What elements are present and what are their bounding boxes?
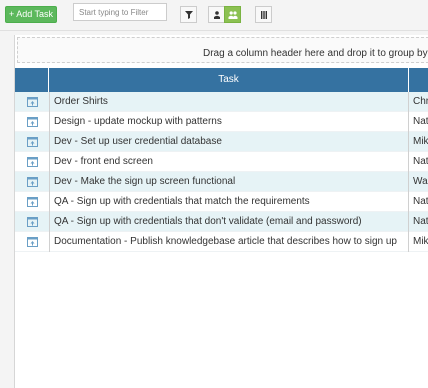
header-task[interactable]: Task [49,68,409,92]
assignee-cell[interactable]: Nat [413,152,428,172]
header-assignee[interactable] [409,68,428,92]
task-cell[interactable]: Order Shirts [49,92,409,112]
assignee-cell[interactable]: Mik [413,132,428,152]
grid-rows: Order Shirts Chr Design - update mockup wi… [15,92,428,252]
task-row-icon[interactable] [27,237,38,247]
table-row[interactable]: Documentation - Publish knowledgebase ar… [15,232,428,252]
person-icon [213,10,220,19]
task-row-icon[interactable] [27,157,38,167]
toolbar: + Add Task [0,0,428,30]
task-row-icon[interactable] [27,97,38,107]
task-cell[interactable]: Dev - Make the sign up screen functional [49,172,409,192]
filter-button[interactable] [180,6,197,23]
columns-button[interactable] [255,6,272,23]
toolbar-divider [0,30,428,31]
table-row[interactable]: QA - Sign up with credentials that match… [15,192,428,212]
table-row[interactable]: Dev - front end screen Nat [15,152,428,172]
single-user-toggle[interactable] [208,6,225,23]
assignee-cell[interactable]: Mik [413,232,428,252]
multi-user-toggle[interactable] [224,6,241,23]
task-cell[interactable]: QA - Sign up with credentials that don't… [49,212,409,232]
people-icon [228,10,237,19]
task-cell[interactable]: QA - Sign up with credentials that match… [49,192,409,212]
task-cell[interactable]: Design - update mockup with patterns [49,112,409,132]
table-row[interactable]: QA - Sign up with credentials that don't… [15,212,428,232]
assignee-cell[interactable]: Nat [413,192,428,212]
grid-panel: Drag a column header here and drop it to… [14,35,428,388]
table-row[interactable]: Dev - Make the sign up screen functional… [15,172,428,192]
table-row[interactable]: Order Shirts Chr [15,92,428,112]
group-drop-zone[interactable]: Drag a column header here and drop it to… [17,37,428,63]
task-row-icon[interactable] [27,197,38,207]
assignee-cell[interactable]: Chr [413,92,428,112]
group-hint-text: Drag a column header here and drop it to… [203,48,428,59]
assignee-cell[interactable]: Nat [413,112,428,132]
task-row-icon[interactable] [27,217,38,227]
assignee-cell[interactable]: Wal [413,172,428,192]
task-row-icon[interactable] [27,177,38,187]
add-task-button[interactable]: + Add Task [5,6,57,23]
task-cell[interactable]: Dev - front end screen [49,152,409,172]
task-row-icon[interactable] [27,137,38,147]
task-cell[interactable]: Documentation - Publish knowledgebase ar… [49,232,409,252]
task-row-icon[interactable] [27,117,38,127]
table-row[interactable]: Dev - Set up user credential database Mik [15,132,428,152]
assignee-cell[interactable]: Nat [413,212,428,232]
task-cell[interactable]: Dev - Set up user credential database [49,132,409,152]
funnel-icon [184,10,193,19]
columns-icon [260,10,267,19]
table-row[interactable]: Design - update mockup with patterns Nat [15,112,428,132]
filter-input[interactable] [73,3,167,21]
header-icon-column [15,68,49,92]
